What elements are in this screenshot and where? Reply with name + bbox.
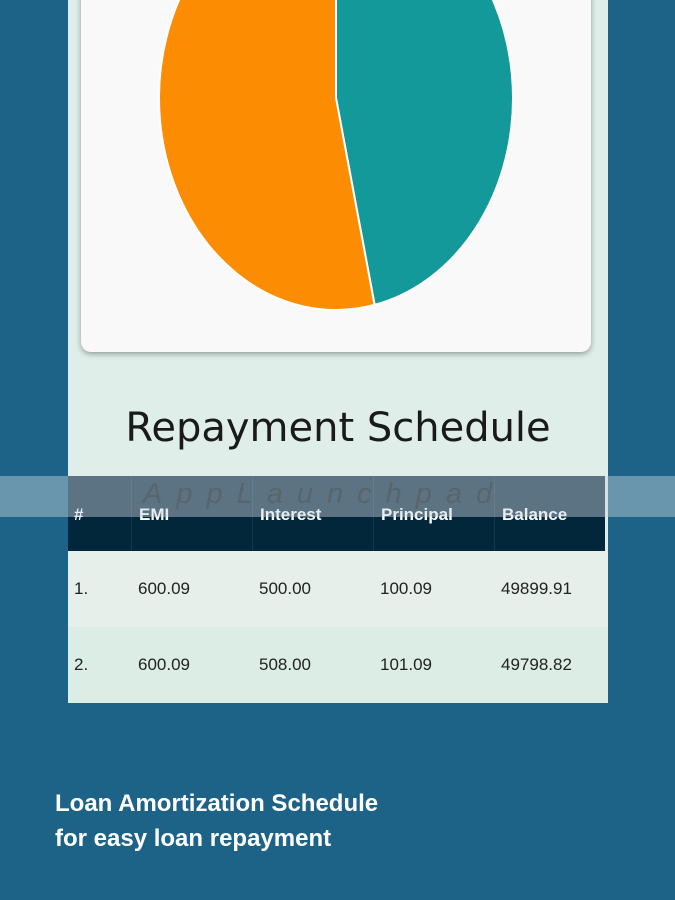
emi-value: 600.09 xyxy=(138,579,190,598)
emi-value: 600.09 xyxy=(138,655,190,674)
balance-value: 49899.91 xyxy=(501,579,572,598)
caption-line-1: Loan Amortization Schedule xyxy=(55,790,379,817)
interest-value: 508.00 xyxy=(259,655,311,674)
chart-card xyxy=(81,0,591,352)
watermark-text: AppLaunchpad xyxy=(143,478,507,510)
table-row: 2. 600.09 508.00 101.09 49798.82 xyxy=(68,627,608,703)
caption-line-2: for easy loan repayment xyxy=(55,825,332,852)
row-number: 1. xyxy=(74,579,89,598)
row-number: 2. xyxy=(74,655,89,674)
balance-value: 49798.82 xyxy=(501,655,572,674)
promo-caption: Loan Amortization Schedule for easy loan… xyxy=(55,786,378,856)
interest-value: 500.00 xyxy=(259,579,311,598)
principal-value: 100.09 xyxy=(380,579,432,598)
pie-chart xyxy=(158,0,514,311)
principal-value: 101.09 xyxy=(380,655,432,674)
table-row: 1. 600.09 500.00 100.09 49899.91 xyxy=(68,551,608,627)
page-title: Repayment Schedule xyxy=(125,405,551,451)
